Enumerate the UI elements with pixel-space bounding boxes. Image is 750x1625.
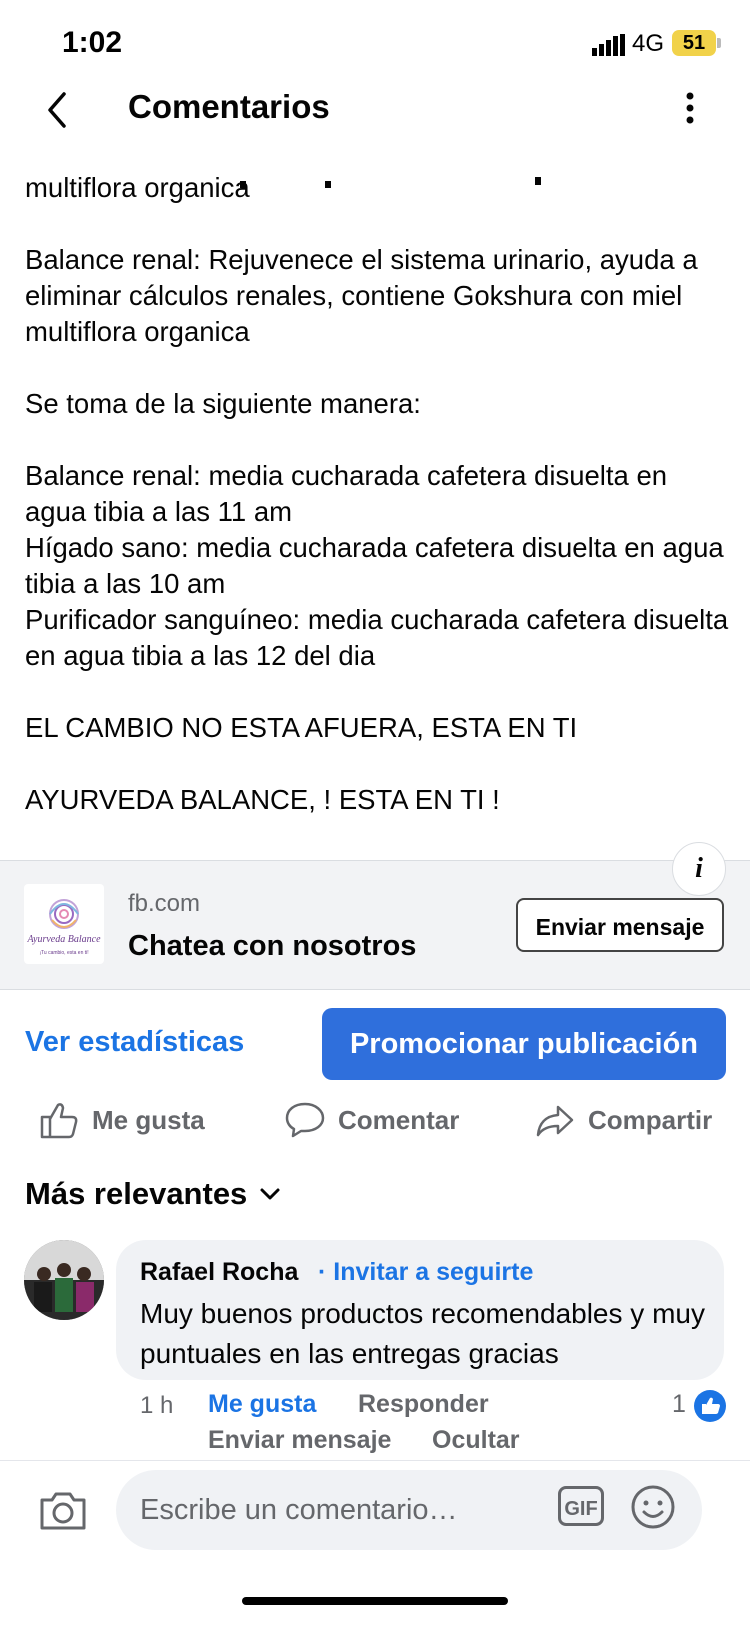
invite-follow-link[interactable]: · Invitar a seguirte xyxy=(318,1258,533,1287)
sort-label: Más relevantes xyxy=(25,1176,248,1211)
post-body: multiflora organica Balance renal: Rejuv… xyxy=(25,172,729,815)
back-arrow-icon[interactable] xyxy=(40,88,76,132)
ad-domain: fb.com xyxy=(128,890,201,917)
emoji-icon[interactable] xyxy=(630,1484,676,1530)
comment-timestamp: 1 h xyxy=(140,1392,174,1419)
battery-tip xyxy=(717,38,721,48)
like-button[interactable]: Me gusta xyxy=(38,1098,205,1142)
comment-input[interactable] xyxy=(116,1470,702,1550)
view-stats-link[interactable]: Ver estadísticas xyxy=(25,1026,244,1059)
status-time: 1:02 xyxy=(62,26,123,59)
comment-bubble-icon xyxy=(285,1102,325,1138)
comment-label: Comentar xyxy=(338,1104,460,1135)
thumbs-up-icon xyxy=(40,1103,78,1139)
chevron-down-icon xyxy=(260,1188,280,1200)
comment-like-button[interactable]: Me gusta xyxy=(208,1390,316,1419)
svg-text:Ayurveda Balance: Ayurveda Balance xyxy=(26,934,101,945)
avatar[interactable] xyxy=(24,1240,104,1320)
comment-hide-button[interactable]: Ocultar xyxy=(432,1426,520,1455)
share-label: Compartir xyxy=(588,1104,713,1135)
more-options-icon[interactable] xyxy=(680,90,700,130)
battery-icon: 51 xyxy=(672,30,716,56)
share-arrow-icon xyxy=(536,1105,574,1137)
home-indicator xyxy=(242,1597,508,1605)
svg-text:¡Tu cambio, esta en ti!: ¡Tu cambio, esta en ti! xyxy=(39,950,88,956)
comment-reply-button[interactable]: Responder xyxy=(358,1390,489,1419)
reaction-count: 1 xyxy=(672,1390,686,1418)
comment-button[interactable]: Comentar xyxy=(284,1098,459,1142)
network-label: 4G xyxy=(632,30,665,57)
promote-post-button[interactable]: Promocionar publicación xyxy=(322,1008,726,1080)
page-title: Comentarios xyxy=(128,88,330,125)
comment-text: Muy buenos productos recomendables y muy… xyxy=(140,1298,705,1369)
ad-title: Chatea con nosotros xyxy=(128,930,417,962)
send-message-button[interactable]: Enviar mensaje xyxy=(516,898,724,952)
camera-icon[interactable] xyxy=(38,1488,88,1532)
info-icon[interactable]: i xyxy=(672,842,726,896)
like-reaction-icon xyxy=(694,1390,726,1422)
share-button[interactable]: Compartir xyxy=(534,1098,712,1142)
comment-sort-dropdown[interactable]: Más relevantes xyxy=(25,1176,281,1212)
like-label: Me gusta xyxy=(92,1104,205,1135)
ayurveda-logo: Ayurveda Balance ¡Tu cambio, esta en ti! xyxy=(24,884,104,964)
signal-icon xyxy=(592,34,625,56)
gif-button[interactable]: GIF xyxy=(558,1486,604,1526)
comment-send-message-button[interactable]: Enviar mensaje xyxy=(208,1426,391,1455)
comment-author[interactable]: Rafael Rocha xyxy=(140,1258,298,1287)
